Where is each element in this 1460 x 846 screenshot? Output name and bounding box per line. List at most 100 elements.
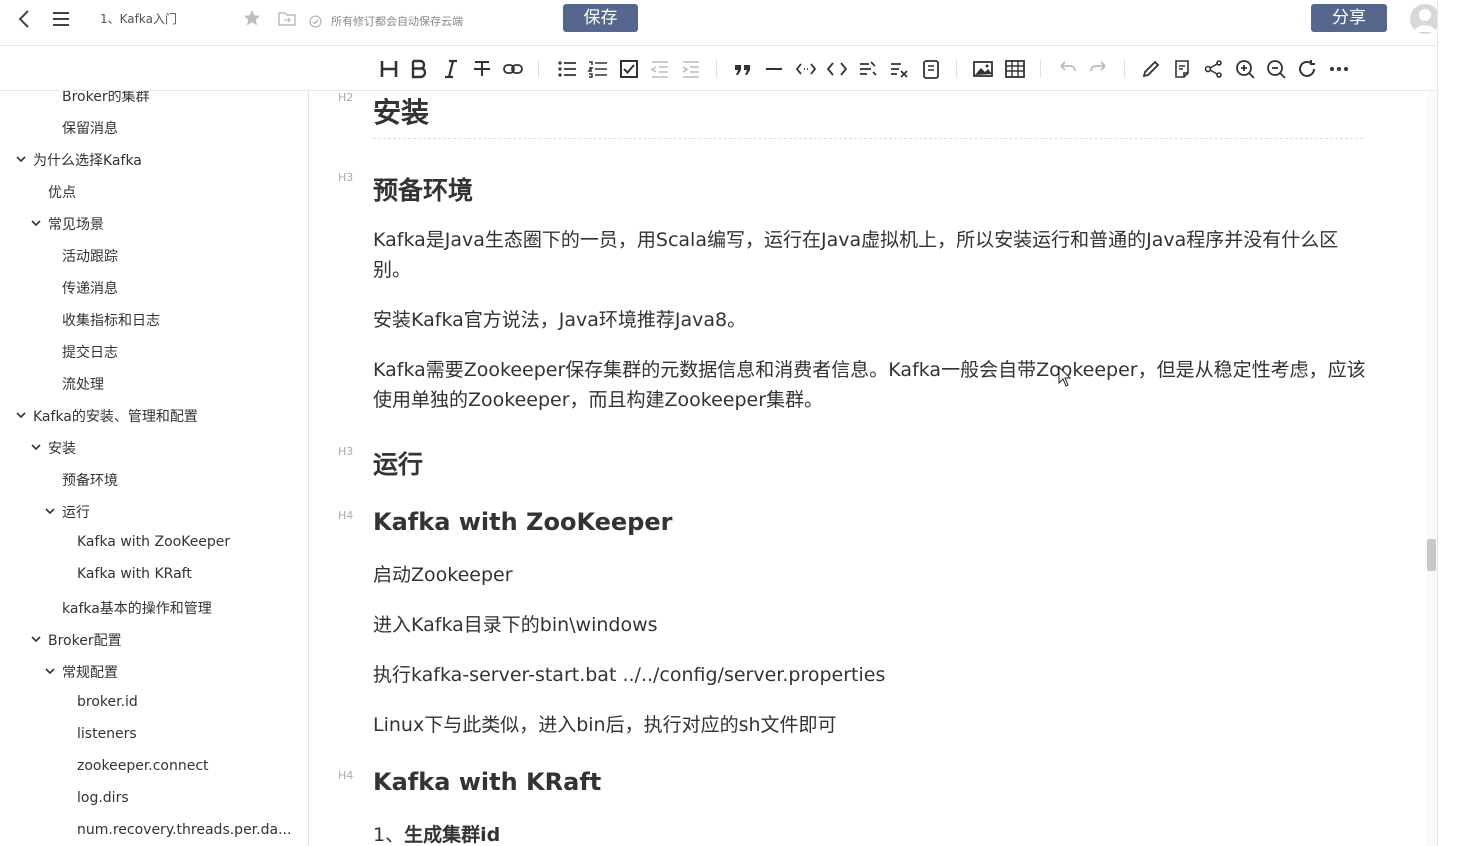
scrollbar-track[interactable]	[1427, 91, 1437, 846]
code-block-icon[interactable]	[826, 58, 848, 80]
move-folder-icon[interactable]	[277, 9, 297, 29]
outline-item[interactable]: Kafka的安装、管理和配置	[16, 406, 198, 426]
outline-item[interactable]: 流处理	[62, 374, 104, 394]
outline-item[interactable]: 收集指标和日志	[62, 310, 160, 330]
heading-run[interactable]: 运行	[373, 445, 423, 481]
heading-kafka-with-kraft[interactable]: Kafka with KRaft	[373, 768, 601, 796]
link-icon[interactable]	[502, 58, 524, 80]
chevron-down-icon[interactable]	[15, 409, 27, 421]
checkbox-list-icon[interactable]	[618, 58, 640, 80]
document-title[interactable]: 1、Kafka入门	[100, 10, 177, 27]
horizontal-rule-icon[interactable]	[763, 58, 785, 80]
outline-item-label: Kafka with KRaft	[77, 566, 192, 582]
heading-icon[interactable]	[378, 58, 400, 80]
table-icon[interactable]	[1004, 58, 1026, 80]
list-item[interactable]: 1、生成集群id	[373, 820, 1373, 846]
save-button[interactable]: 保存	[563, 4, 638, 32]
share-button[interactable]: 分享	[1311, 4, 1387, 32]
avatar[interactable]	[1410, 4, 1440, 34]
strikethrough-icon[interactable]	[471, 58, 493, 80]
outline-item-label: Kafka with ZooKeeper	[77, 534, 231, 550]
paragraph[interactable]: 进入Kafka目录下的bin\windows	[373, 610, 1373, 640]
outline-item-label: log.dirs	[77, 790, 129, 806]
paragraph[interactable]: Kafka是Java生态圈下的一员，用Scala编写，运行在Java虚拟机上，所…	[373, 225, 1373, 285]
indent-icon[interactable]	[680, 58, 702, 80]
heading-prerequisites[interactable]: 预备环境	[373, 171, 473, 207]
outline-item[interactable]: 预备环境	[62, 470, 118, 490]
outline-item[interactable]: Broker的集群	[62, 91, 150, 106]
outline-item-label: Broker的集群	[62, 91, 150, 105]
heading-divider	[373, 138, 1363, 139]
snippet-icon[interactable]	[920, 58, 942, 80]
note-icon[interactable]	[1171, 58, 1193, 80]
outline-item-label: 常见场景	[48, 217, 104, 233]
star-icon[interactable]	[242, 8, 262, 28]
editor-toolbar	[0, 46, 1438, 91]
more-icon[interactable]	[1328, 58, 1350, 80]
paragraph[interactable]: 执行kafka-server-start.bat ../../config/se…	[373, 660, 1373, 690]
outline-item[interactable]: 常规配置	[45, 662, 118, 682]
scrollbar-thumb[interactable]	[1427, 539, 1436, 571]
heading-level-label: H3	[338, 445, 354, 458]
inline-code-icon[interactable]	[795, 58, 817, 80]
edit-icon[interactable]	[1140, 58, 1162, 80]
outdent-icon[interactable]	[649, 58, 671, 80]
outline-item-label: 活动跟踪	[62, 249, 118, 265]
heading-level-label: H3	[338, 171, 354, 184]
paragraph[interactable]: 安装Kafka官方说法，Java环境推荐Java8。	[373, 305, 1373, 335]
zoom-in-icon[interactable]	[1234, 58, 1256, 80]
outline-item[interactable]: log.dirs	[77, 790, 129, 806]
chevron-down-icon[interactable]	[44, 505, 56, 517]
outline-item[interactable]: 提交日志	[62, 342, 118, 362]
chevron-down-icon[interactable]	[30, 633, 42, 645]
outline-item[interactable]: kafka基本的操作和管理	[62, 598, 212, 618]
outline-item[interactable]: 活动跟踪	[62, 246, 118, 266]
outline-item[interactable]: Broker配置	[31, 630, 122, 650]
refresh-icon[interactable]	[1296, 58, 1318, 80]
heading-level-label: H4	[338, 509, 354, 522]
document-editor[interactable]: H2 安装 H3 预备环境 Kafka是Java生态圈下的一员，用Scala编写…	[309, 91, 1427, 846]
outline-item[interactable]: 传递消息	[62, 278, 118, 298]
outline-item[interactable]: broker.id	[77, 694, 138, 710]
numbered-list-icon[interactable]	[587, 58, 609, 80]
outline-item[interactable]: num.recovery.threads.per.da...	[77, 822, 291, 838]
outline-item-label: kafka基本的操作和管理	[62, 601, 212, 617]
redo-icon[interactable]	[1088, 58, 1110, 80]
outline-item[interactable]: 安装	[31, 438, 76, 458]
outline-item-label: listeners	[77, 726, 137, 742]
image-icon[interactable]	[972, 58, 994, 80]
mindmap-icon[interactable]	[1202, 58, 1224, 80]
italic-icon[interactable]	[440, 58, 462, 80]
menu-icon[interactable]	[50, 8, 72, 30]
chevron-down-icon[interactable]	[44, 665, 56, 677]
outline-item[interactable]: 优点	[48, 182, 76, 202]
bold-icon[interactable]	[408, 58, 430, 80]
text-format-icon[interactable]	[857, 58, 879, 80]
outline-item[interactable]: 运行	[45, 502, 90, 522]
paragraph[interactable]: 启动Zookeeper	[373, 560, 1373, 590]
outline-item[interactable]: 保留消息	[62, 118, 118, 138]
clear-format-icon[interactable]	[888, 58, 910, 80]
paragraph[interactable]: Linux下与此类似，进入bin后，执行对应的sh文件即可	[373, 710, 1373, 740]
top-bar: 1、Kafka入门 所有修订都会自动保存云端 保存 分享	[0, 0, 1460, 46]
back-icon[interactable]	[14, 8, 36, 30]
outline-item-label: zookeeper.connect	[77, 758, 209, 774]
outline-item-label: 为什么选择Kafka	[33, 153, 142, 169]
heading-kafka-with-zookeeper[interactable]: Kafka with ZooKeeper	[373, 508, 672, 536]
outline-item[interactable]: zookeeper.connect	[77, 758, 209, 774]
chevron-down-icon[interactable]	[30, 441, 42, 453]
outline-item[interactable]: Kafka with KRaft	[77, 566, 192, 582]
quote-icon[interactable]	[732, 58, 754, 80]
paragraph[interactable]: Kafka需要Zookeeper保存集群的元数据信息和消费者信息。Kafka一般…	[373, 355, 1373, 415]
bullet-list-icon[interactable]	[556, 58, 578, 80]
chevron-down-icon[interactable]	[30, 217, 42, 229]
outline-item[interactable]: listeners	[77, 726, 137, 742]
heading-install[interactable]: 安装	[373, 91, 429, 131]
undo-icon[interactable]	[1056, 58, 1078, 80]
outline-item[interactable]: 常见场景	[31, 214, 104, 234]
outline-item[interactable]: Kafka with ZooKeeper	[77, 534, 230, 550]
zoom-out-icon[interactable]	[1265, 58, 1287, 80]
chevron-down-icon[interactable]	[15, 153, 27, 165]
outline-item[interactable]: 为什么选择Kafka	[16, 150, 142, 170]
outline-item-label: 优点	[48, 185, 76, 201]
